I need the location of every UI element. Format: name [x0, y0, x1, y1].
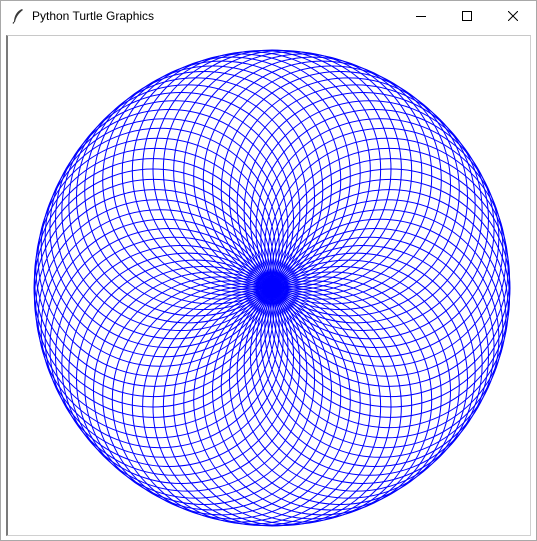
turtle-window: Python Turtle Graphics: [0, 0, 537, 541]
window-controls: [398, 1, 536, 31]
close-button[interactable]: [490, 1, 536, 31]
title-bar[interactable]: Python Turtle Graphics: [1, 1, 536, 31]
center-blob: [266, 282, 278, 294]
maximize-button[interactable]: [444, 1, 490, 31]
window-title: Python Turtle Graphics: [32, 9, 155, 23]
turtle-drawing[interactable]: [8, 36, 530, 535]
minimize-button[interactable]: [398, 1, 444, 31]
close-icon: [508, 11, 518, 21]
feather-icon: [10, 8, 26, 24]
turtle-canvas-area[interactable]: [6, 35, 531, 536]
minimize-icon: [416, 16, 426, 17]
maximize-icon: [462, 11, 472, 21]
